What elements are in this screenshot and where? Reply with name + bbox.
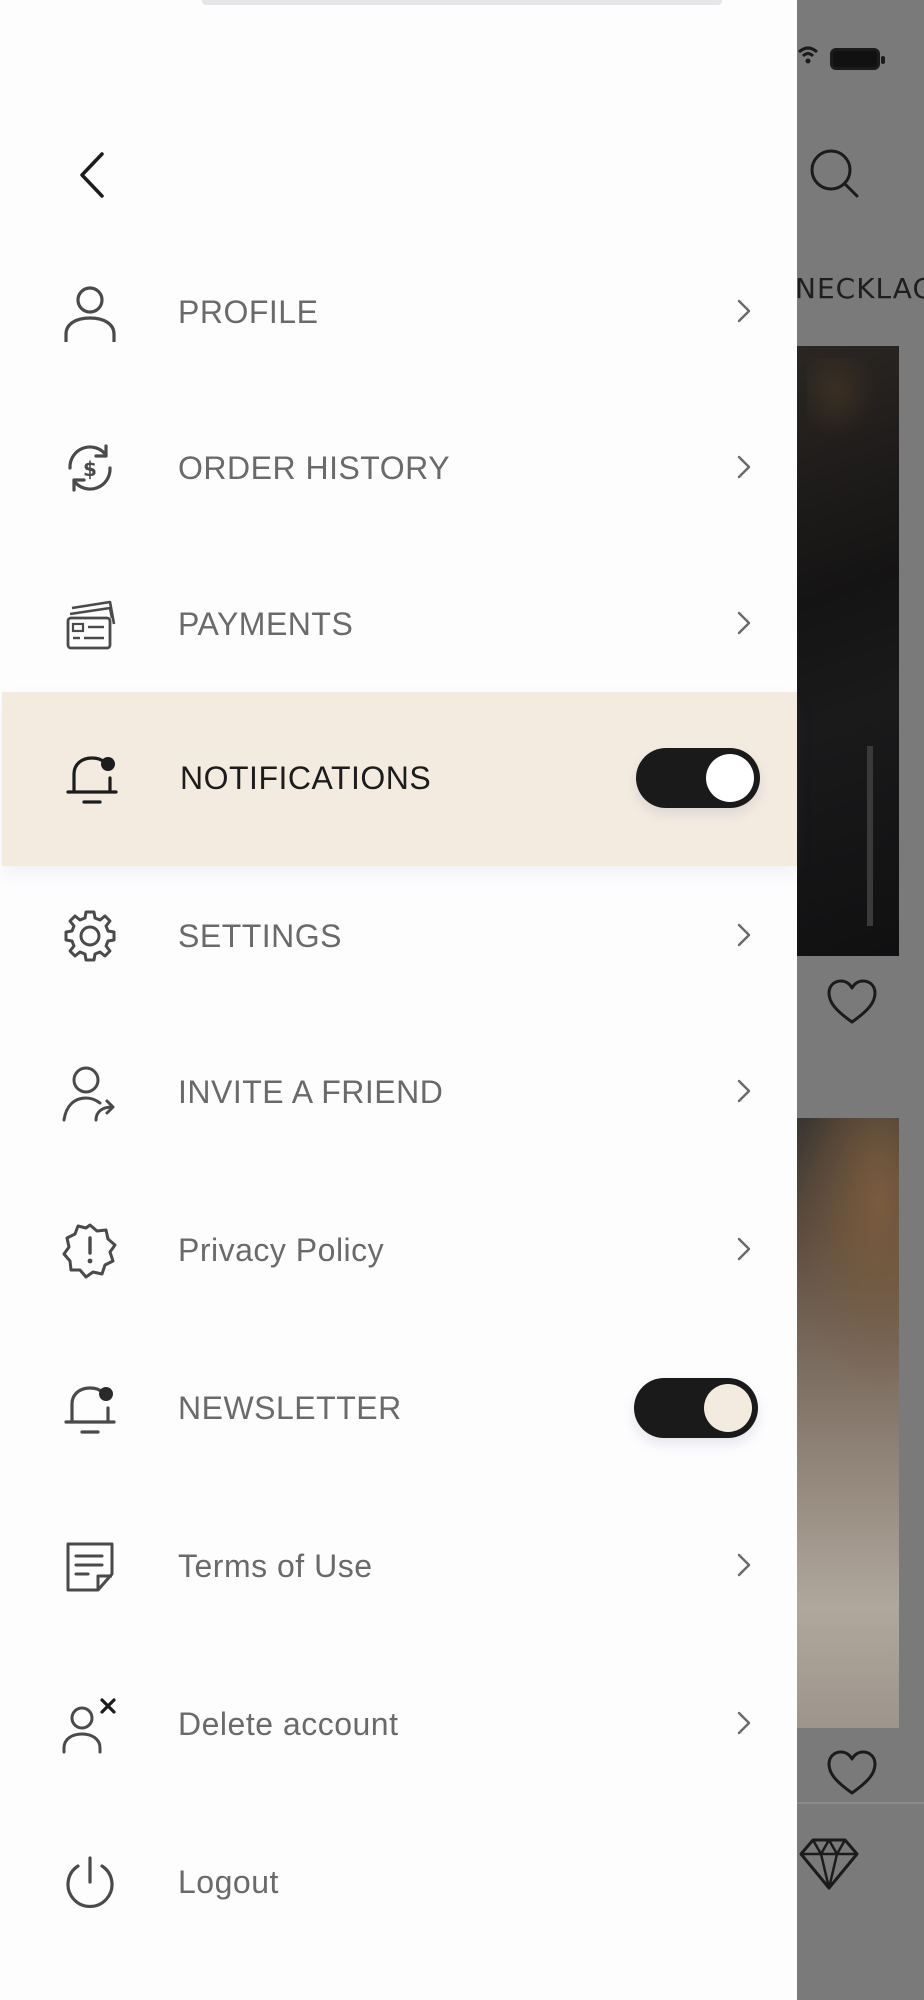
diamond-icon[interactable] xyxy=(797,1836,861,1892)
newsletter-toggle[interactable] xyxy=(634,1378,758,1438)
menu-item-label: Terms of Use xyxy=(178,1548,373,1584)
chevron-right-icon xyxy=(737,611,751,635)
heart-icon[interactable] xyxy=(825,1747,879,1801)
heart-icon[interactable] xyxy=(825,976,879,1030)
chevron-right-icon xyxy=(737,1711,751,1735)
tabbar-divider xyxy=(797,1802,924,1804)
toggle-knob xyxy=(704,1384,752,1432)
chevron-right-icon xyxy=(737,299,751,323)
battery-icon xyxy=(830,48,885,70)
zipper-detail xyxy=(867,746,873,926)
chevron-right-icon xyxy=(737,923,751,947)
menu-item-label: PAYMENTS xyxy=(178,606,354,642)
menu-item-label: NOTIFICATIONS xyxy=(180,760,432,796)
chevron-right-icon xyxy=(737,1237,751,1261)
menu-item-label: SETTINGS xyxy=(178,918,343,954)
notifications-toggle[interactable] xyxy=(636,748,760,808)
menu-item-terms-of-use[interactable]: Terms of Use xyxy=(0,1488,797,1644)
menu-item-label: Delete account xyxy=(178,1706,399,1742)
bell-icon xyxy=(64,1386,116,1434)
chevron-right-icon xyxy=(737,1079,751,1103)
menu-item-profile[interactable]: PROFILE xyxy=(0,234,797,390)
product-image[interactable] xyxy=(797,346,899,956)
user-icon xyxy=(64,286,116,342)
user-share-icon xyxy=(62,1066,115,1122)
bell-icon xyxy=(66,756,118,804)
menu-item-logout[interactable]: Logout xyxy=(0,1804,797,1960)
power-icon xyxy=(66,1856,114,1908)
menu-item-label: Logout xyxy=(178,1864,279,1900)
menu-item-label: ORDER HISTORY xyxy=(178,450,451,486)
menu-item-order-history[interactable]: $ ORDER HISTORY xyxy=(0,390,797,546)
menu-item-label: INVITE A FRIEND xyxy=(178,1074,444,1110)
chevron-right-icon xyxy=(737,1553,751,1577)
menu-item-label: PROFILE xyxy=(178,294,319,330)
background-app-overlay[interactable]: NECKLACE xyxy=(797,0,924,2000)
status-bar xyxy=(797,38,924,78)
menu-item-delete-account[interactable]: Delete account xyxy=(0,1646,797,1802)
menu-item-privacy-policy[interactable]: Privacy Policy xyxy=(0,1172,797,1328)
search-icon[interactable] xyxy=(807,146,863,202)
menu-item-notifications[interactable]: NOTIFICATIONS xyxy=(2,692,797,866)
menu-item-label: NEWSLETTER xyxy=(178,1390,402,1426)
dollar-cycle-icon: $ xyxy=(68,444,112,492)
drawer-handle xyxy=(202,0,722,5)
product-image[interactable] xyxy=(797,1118,899,1728)
menu-item-newsletter[interactable]: NEWSLETTER xyxy=(0,1330,797,1486)
svg-text:$: $ xyxy=(83,457,97,481)
app-screen: NECKLACE PROFILE xyxy=(0,0,924,2000)
menu-item-invite-a-friend[interactable]: INVITE A FRIEND xyxy=(0,1014,797,1170)
user-remove-icon xyxy=(62,1698,116,1754)
alert-badge-icon xyxy=(62,1223,117,1279)
gear-icon xyxy=(64,910,116,962)
chevron-left-icon[interactable] xyxy=(72,148,112,202)
menu-item-label: Privacy Policy xyxy=(178,1232,385,1268)
toggle-knob xyxy=(706,754,754,802)
document-icon xyxy=(66,1542,114,1592)
chevron-right-icon xyxy=(737,455,751,479)
side-drawer: PROFILE $ ORDER HISTORY PAYMENTS NOTIFIC… xyxy=(0,0,797,2000)
category-tab[interactable]: NECKLACE xyxy=(797,272,924,305)
wifi-icon xyxy=(798,46,818,64)
menu-item-settings[interactable]: SETTINGS xyxy=(0,858,797,1014)
credit-card-icon xyxy=(66,600,116,650)
menu-item-payments[interactable]: PAYMENTS xyxy=(0,546,797,702)
